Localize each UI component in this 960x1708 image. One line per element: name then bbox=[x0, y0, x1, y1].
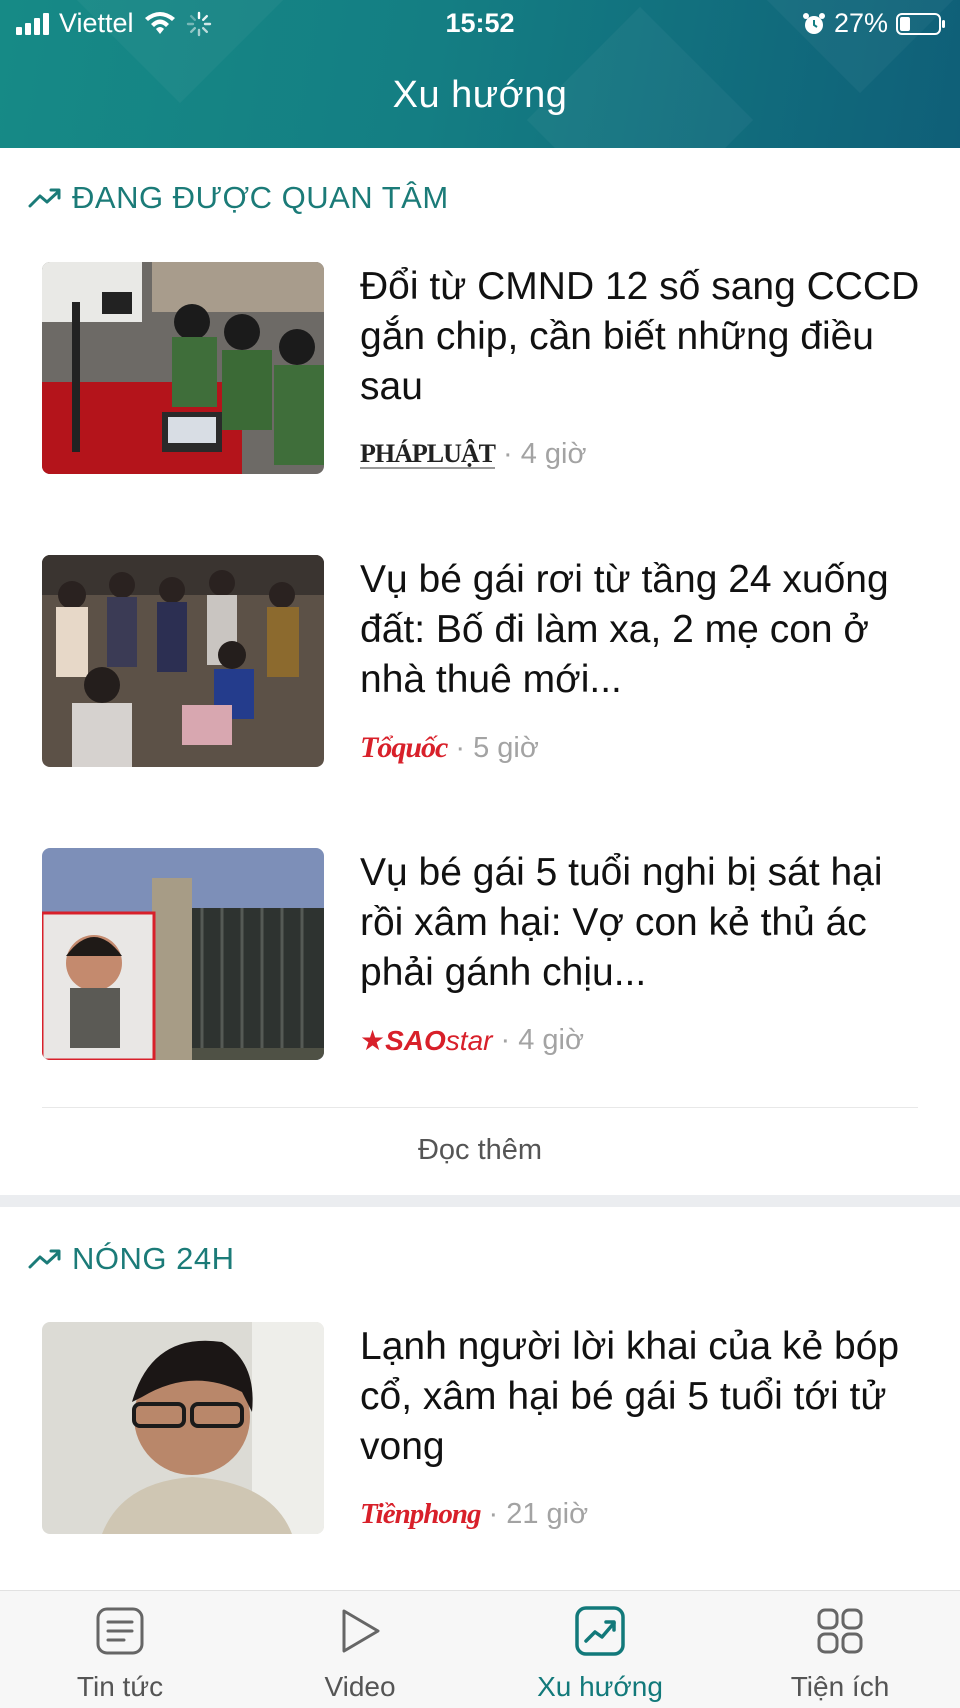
article-thumbnail bbox=[42, 555, 324, 767]
article-thumbnail bbox=[42, 1322, 324, 1534]
article-title[interactable]: Lạnh người lời khai của kẻ bóp cổ, xâm h… bbox=[360, 1322, 920, 1472]
article-item[interactable]: Lạnh người lời khai của kẻ bóp cổ, xâm h… bbox=[42, 1322, 922, 1534]
read-more-link[interactable]: Đọc thêm bbox=[0, 1134, 960, 1167]
battery-percent: 27% bbox=[833, 8, 888, 38]
page-title: Xu hướng bbox=[392, 74, 568, 116]
tab-label: Xu hướng bbox=[537, 1671, 663, 1702]
tab-label: Tiện ích bbox=[790, 1671, 890, 1702]
article-meta: ★SAOstar · 4 giờ bbox=[360, 1024, 584, 1057]
grid-icon bbox=[817, 1608, 863, 1654]
source-logo-toquoc: Tổquốc bbox=[360, 731, 448, 764]
tab-utilities[interactable]: Tiện ích bbox=[720, 1591, 960, 1708]
article-thumbnail bbox=[42, 848, 324, 1060]
trending-up-icon bbox=[28, 1249, 61, 1269]
source-logo-tienphong: Tiềnphong bbox=[360, 1498, 481, 1530]
article-age: 4 giờ bbox=[520, 438, 587, 470]
section-heading-label: NÓNG 24H bbox=[72, 1241, 235, 1276]
source-logo-saostar-suffix: star bbox=[445, 1025, 493, 1056]
article-item[interactable]: Vụ bé gái rơi từ tầng 24 xuống đất: Bố đ… bbox=[42, 555, 922, 767]
meta-separator: · bbox=[488, 1498, 499, 1530]
trending-up-icon bbox=[28, 188, 61, 208]
article-title[interactable]: Vụ bé gái rơi từ tầng 24 xuống đất: Bố đ… bbox=[360, 555, 920, 705]
app-header: Viettel 15:52 27% Xu hướng bbox=[0, 0, 960, 148]
article-item[interactable]: Vụ bé gái 5 tuổi nghi bị sát hại rồi xâm… bbox=[42, 848, 922, 1060]
section-heading-label: ĐANG ĐƯỢC QUAN TÂM bbox=[72, 180, 449, 215]
article-title[interactable]: Đổi từ CMND 12 số sang CCCD gắn chip, cầ… bbox=[360, 262, 920, 412]
tab-news[interactable]: Tin tức bbox=[0, 1591, 240, 1708]
status-bar: Viettel 15:52 27% bbox=[0, 0, 960, 48]
tab-label: Video bbox=[324, 1671, 396, 1702]
alarm-icon bbox=[802, 12, 825, 34]
tab-label: Tin tức bbox=[76, 1671, 164, 1702]
tab-trending[interactable]: Xu hướng bbox=[480, 1591, 720, 1708]
meta-separator: · bbox=[500, 1024, 511, 1056]
tab-video[interactable]: Video bbox=[240, 1591, 480, 1708]
source-logo-saostar: ★SAOstar bbox=[360, 1025, 493, 1056]
source-logo-phapluat: PHÁPLUẬT bbox=[360, 438, 496, 469]
source-logo-saostar-main: SAO bbox=[385, 1025, 446, 1056]
bottom-tab-bar: Tin tức Video Xu hướng Tiện ích bbox=[0, 1590, 960, 1708]
divider bbox=[42, 1107, 918, 1108]
meta-separator: · bbox=[455, 731, 465, 764]
article-thumbnail bbox=[42, 262, 324, 474]
article-age: 4 giờ bbox=[518, 1024, 584, 1056]
news-icon bbox=[96, 1607, 144, 1655]
trending-chart-icon bbox=[575, 1606, 625, 1656]
article-age: 5 giờ bbox=[473, 731, 539, 764]
section-heading-trending: ĐANG ĐƯỢC QUAN TÂM bbox=[28, 180, 449, 216]
article-meta: Tiềnphong · 21 giờ bbox=[360, 1498, 588, 1531]
article-title[interactable]: Vụ bé gái 5 tuổi nghi bị sát hại rồi xâm… bbox=[360, 848, 920, 998]
section-heading-hot24h: NÓNG 24H bbox=[28, 1241, 234, 1277]
section-gap bbox=[0, 1195, 960, 1207]
article-age: 21 giờ bbox=[506, 1498, 589, 1530]
play-icon bbox=[342, 1609, 380, 1653]
article-meta: PHÁPLUẬT · 4 giờ bbox=[360, 438, 587, 471]
battery-icon bbox=[896, 12, 945, 35]
article-meta: Tổquốc · 5 giờ bbox=[360, 731, 539, 765]
meta-separator: · bbox=[503, 438, 513, 470]
article-item[interactable]: Đổi từ CMND 12 số sang CCCD gắn chip, cầ… bbox=[42, 262, 922, 474]
